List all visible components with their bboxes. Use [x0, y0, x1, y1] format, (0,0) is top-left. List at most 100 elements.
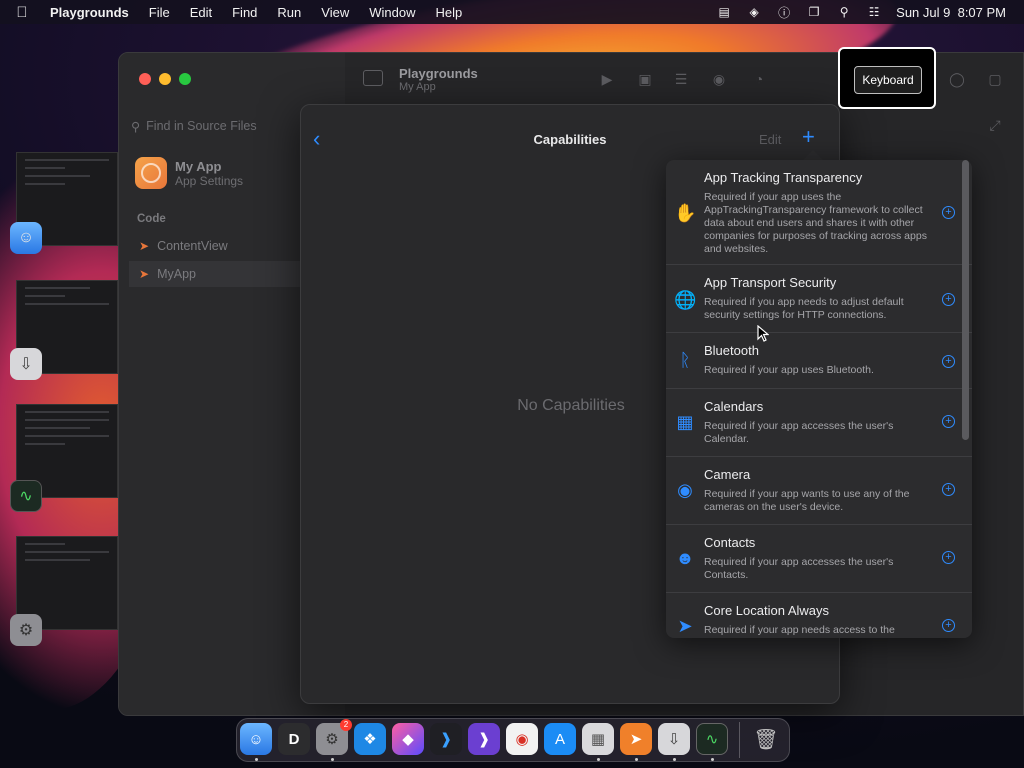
capability-desc: Required if your app accesses the user's…: [704, 420, 894, 445]
keyboard-overlay: Keyboard: [838, 47, 936, 109]
trash-icon[interactable]: 🗑: [750, 723, 782, 755]
list-icon[interactable]: ☰: [673, 71, 689, 87]
capability-desc: Required if your app uses the AppTrackin…: [704, 191, 927, 255]
more-icon[interactable]: ◯: [949, 71, 965, 87]
capability-desc: Required if your app wants to use any of…: [704, 488, 910, 513]
capability-row-bluetooth[interactable]: ᚱ Bluetooth Required if your app uses Bl…: [666, 333, 972, 389]
menu-file[interactable]: File: [139, 5, 180, 20]
d-app-icon[interactable]: D: [278, 723, 310, 755]
activity-monitor-icon[interactable]: ∿: [696, 723, 728, 755]
app-name: My App: [175, 158, 222, 174]
finder-icon[interactable]: ☺: [240, 723, 272, 755]
add-circle-icon[interactable]: +: [942, 619, 955, 632]
capability-name: Core Location Always: [704, 603, 830, 618]
file-name: ContentView: [157, 239, 228, 253]
file-name: MyApp: [157, 267, 196, 281]
add-circle-icon[interactable]: +: [942, 415, 955, 428]
launchpad-icon[interactable]: ▦: [582, 723, 614, 755]
menu-bar:  Playgrounds File Edit Find Run View Wi…: [0, 0, 1024, 24]
menu-help[interactable]: Help: [425, 5, 472, 20]
capability-desc: Required if your app needs access to the: [704, 624, 895, 636]
installer-icon[interactable]: ⇩: [10, 348, 42, 380]
menu-run[interactable]: Run: [267, 5, 311, 20]
add-circle-icon[interactable]: +: [942, 293, 955, 306]
popover-scrollbar[interactable]: [962, 160, 969, 440]
capability-desc: Required if your app accesses the user's…: [704, 556, 894, 581]
keyboard-button[interactable]: Keyboard: [854, 66, 922, 94]
menu-app-name[interactable]: Playgrounds: [44, 5, 139, 20]
menu-find[interactable]: Find: [222, 5, 267, 20]
visual-studio-icon[interactable]: ❱: [468, 723, 500, 755]
layers-icon[interactable]: ◈: [746, 5, 762, 19]
zoom-button[interactable]: [179, 73, 191, 85]
window-icon[interactable]: ❐: [806, 5, 822, 19]
menu-view[interactable]: View: [311, 5, 359, 20]
finder-icon[interactable]: ☺: [10, 222, 42, 254]
edit-button[interactable]: Edit: [759, 132, 781, 147]
capability-row-camera[interactable]: ◉ Camera Required if your app wants to u…: [666, 457, 972, 525]
app-store-icon[interactable]: A: [544, 723, 576, 755]
expand-icon[interactable]: ⤢: [987, 117, 1003, 133]
running-indicator: [597, 758, 600, 761]
run-icon[interactable]: ▶: [599, 71, 615, 87]
close-button[interactable]: [139, 73, 151, 85]
system-settings-icon[interactable]: ⚙: [10, 614, 42, 646]
capability-name: Contacts: [704, 535, 756, 550]
inspector-icon[interactable]: ▢: [987, 71, 1003, 87]
hand-icon: ✋: [674, 203, 697, 223]
menu-window[interactable]: Window: [359, 5, 425, 20]
sidebar-toggle-icon[interactable]: [363, 70, 383, 86]
capability-name: App Transport Security: [704, 275, 837, 290]
capability-row-transport[interactable]: 🌐 App Transport Security Required if you…: [666, 265, 972, 333]
capability-name: Bluetooth: [704, 343, 759, 358]
add-circle-icon[interactable]: +: [942, 551, 955, 564]
menu-edit[interactable]: Edit: [180, 5, 222, 20]
capability-name: Camera: [704, 467, 751, 482]
calendar-icon: ▦: [676, 412, 694, 432]
info-circle-icon[interactable]: ⓘ: [776, 5, 792, 20]
window-subtitle: My App: [399, 81, 436, 93]
add-capability-button[interactable]: +: [802, 126, 815, 148]
control-center-icon[interactable]: ☷: [866, 5, 882, 19]
menu-clock[interactable]: Sun Jul 9 8:07 PM: [896, 5, 1006, 20]
mouse-cursor-icon: [757, 325, 769, 342]
device-icon[interactable]: ◉: [711, 71, 727, 87]
capability-row-contacts[interactable]: ☻ Contacts Required if your app accesses…: [666, 525, 972, 593]
running-indicator: [331, 758, 334, 761]
add-circle-icon[interactable]: +: [942, 355, 955, 368]
running-indicator: [635, 758, 638, 761]
apple-menu-icon[interactable]: : [0, 4, 44, 21]
globe-lock-icon: 🌐: [674, 290, 697, 310]
search-icon[interactable]: ⚲: [836, 5, 852, 19]
popover-arrow: [803, 150, 823, 160]
add-circle-icon[interactable]: +: [942, 206, 955, 219]
system-settings-icon[interactable]: ⚙ 2: [316, 719, 352, 755]
activity-monitor-icon[interactable]: ∿: [10, 480, 42, 512]
capability-row-tracking[interactable]: ✋ App Tracking Transparency Required if …: [666, 160, 972, 265]
palette-icon[interactable]: ◔: [751, 71, 767, 87]
capability-desc: Required if you app needs to adjust defa…: [704, 296, 904, 321]
swift-file-icon: ➤: [139, 239, 150, 253]
bluetooth-icon: ᚱ: [679, 350, 691, 370]
minimize-button[interactable]: [159, 73, 171, 85]
window-title: Playgrounds: [399, 66, 478, 81]
display-icon[interactable]: ▤: [716, 5, 732, 19]
add-circle-icon[interactable]: +: [942, 483, 955, 496]
safari-icon[interactable]: ❖: [354, 723, 386, 755]
chrome-icon[interactable]: ◉: [506, 723, 538, 755]
vscode-icon[interactable]: ❱: [430, 723, 462, 755]
running-indicator: [711, 758, 714, 761]
section-code-label: Code: [137, 213, 166, 225]
location-arrow-icon: ➤: [677, 616, 693, 636]
swift-file-icon: ➤: [139, 267, 150, 281]
search-icon: ⚲: [131, 119, 141, 134]
running-indicator: [673, 758, 676, 761]
capability-row-calendars[interactable]: ▦ Calendars Required if your app accesse…: [666, 389, 972, 457]
installer-icon[interactable]: ⇩: [658, 723, 690, 755]
preview-icon[interactable]: ▣: [637, 71, 653, 87]
camera-icon: ◉: [677, 480, 693, 500]
swift-playgrounds-icon[interactable]: ➤: [620, 723, 652, 755]
capability-row-location-always[interactable]: ➤ Core Location Always Required if your …: [666, 593, 972, 638]
app-settings-row[interactable]: My App App Settings: [135, 157, 243, 189]
shortcuts-icon[interactable]: ◆: [392, 723, 424, 755]
